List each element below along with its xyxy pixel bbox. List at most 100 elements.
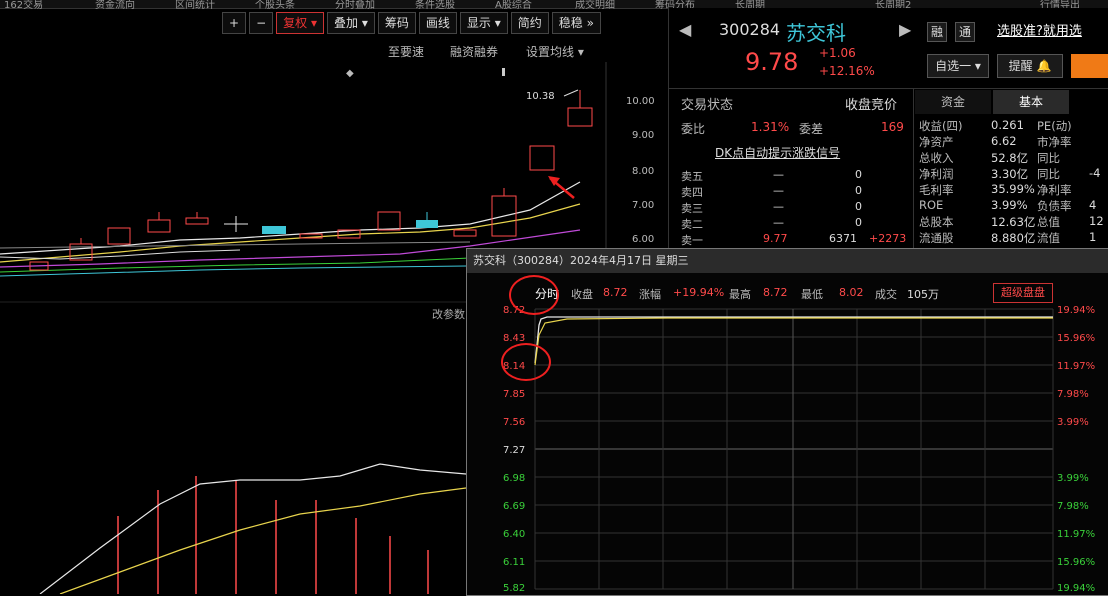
fund-label: PE(动) — [1037, 119, 1072, 133]
fund-label: 市净率 — [1037, 135, 1072, 149]
overlay-button[interactable]: 叠加 ▾ — [327, 12, 375, 34]
axis-tick: 7.85 — [503, 389, 525, 400]
fund-label: ROE — [919, 198, 944, 212]
fund-label: 总股本 — [919, 215, 954, 229]
low-label: 最低 — [801, 288, 823, 301]
ask-price: — — [773, 200, 784, 213]
fund-label: 同比 — [1037, 151, 1060, 165]
menu-item[interactable]: 区间统计 — [175, 0, 215, 11]
alert-button[interactable]: 提醒 🔔 — [997, 54, 1063, 78]
axis-tick: 19.94% — [1057, 305, 1095, 316]
axis-tick: 6.11 — [503, 557, 525, 568]
high-price-label: 10.38 — [526, 91, 555, 102]
axis-tick: 11.97% — [1057, 529, 1095, 540]
price-tick: 8.00 — [632, 166, 654, 177]
ask-level-label: 卖二 — [681, 218, 703, 231]
link-hk-connect[interactable]: 至要速 — [388, 43, 424, 60]
promo-link[interactable]: 选股准?就用选 — [997, 20, 1082, 39]
menu-item[interactable]: 162交易 — [4, 0, 43, 11]
simple-button[interactable]: 简约 — [510, 12, 549, 34]
menu-item[interactable]: 个股头条 — [255, 0, 295, 11]
popup-title-bar[interactable]: 苏交科（300284）2024年4月17日 星期三 — [467, 249, 1108, 273]
fund-value: 6.62 — [991, 134, 1017, 148]
intraday-chart[interactable]: 8.72 8.43 8.14 7.85 7.56 7.27 6.98 6.69 … — [467, 305, 1108, 595]
fund-label: 同比 — [1037, 167, 1060, 181]
price-tick: 7.00 — [632, 200, 654, 211]
menu-item[interactable]: A股综合 — [495, 0, 532, 11]
chips-button[interactable]: 筹码 — [377, 12, 416, 34]
ask-level-label: 卖三 — [681, 202, 703, 215]
ask-price: — — [773, 168, 784, 181]
display-button[interactable]: 显示 ▾ — [459, 12, 508, 34]
next-stock-icon[interactable]: ▶ — [899, 20, 911, 39]
price-change-pct: +12.16% — [819, 64, 875, 78]
ask-price: 9.77 — [763, 232, 788, 245]
bell-icon: 🔔 — [1036, 59, 1052, 73]
ask-level-label: 卖一 — [681, 234, 703, 247]
dk-signal-link[interactable]: DK点自动提示涨跌信号 — [715, 144, 840, 161]
margin-tag[interactable]: 融 — [927, 22, 947, 42]
ask-volume: 0 — [855, 200, 862, 213]
axis-tick: 7.27 — [503, 445, 525, 456]
volume-value: 105万 — [907, 288, 939, 301]
adjust-button[interactable]: 复权 ▾ — [276, 12, 324, 34]
fund-value: 35.99% — [991, 182, 1035, 196]
ask-price: — — [773, 184, 784, 197]
low-value: 8.02 — [839, 286, 864, 299]
fund-value: 3.30亿 — [991, 167, 1029, 181]
super-board-button[interactable]: 超级盘盘 — [993, 283, 1053, 303]
tab-funds[interactable]: 资金 — [915, 90, 991, 114]
fund-label: 总值 — [1037, 215, 1060, 229]
alert-label: 提醒 — [1008, 59, 1033, 73]
chevron-down-icon: ▾ — [361, 16, 368, 30]
menu-item[interactable]: 分时叠加 — [335, 0, 375, 11]
chart-toolbar: + − 复权 ▾ 叠加 ▾ 筹码 画线 显示 ▾ 简约 稳稳 » — [222, 12, 601, 34]
wei-bi-value: 1.31% — [751, 120, 790, 134]
close-value: 8.72 — [603, 286, 628, 299]
link-ma-settings[interactable]: 设置均线 ▾ — [526, 43, 584, 60]
fund-label: 流值 — [1037, 231, 1060, 245]
menu-item[interactable]: 成交明细 — [575, 0, 615, 11]
axis-tick: 6.98 — [503, 473, 525, 484]
axis-tick: 6.40 — [503, 529, 525, 540]
ask-volume: 0 — [855, 184, 862, 197]
avg-price-line — [534, 317, 1053, 366]
ask-volume: 6371 — [829, 232, 857, 245]
fund-label: 收益(四) — [919, 119, 963, 133]
trade-status-label: 交易状态 — [681, 98, 734, 113]
adjust-label: 复权 — [283, 16, 308, 30]
chevron-down-icon: ▾ — [974, 59, 981, 73]
ask-level-label: 卖五 — [681, 170, 703, 183]
intraday-popup: 苏交科（300284）2024年4月17日 星期三 分时 收盘 8.72 涨幅 … — [466, 248, 1108, 596]
tab-basic[interactable]: 基本 — [993, 90, 1069, 114]
volume-label: 成交 — [875, 288, 897, 301]
indicator-params-label[interactable]: 改参数 — [432, 307, 465, 321]
axis-tick: 3.99% — [1057, 417, 1089, 428]
chg-value: +19.94% — [673, 286, 725, 299]
trade-button[interactable] — [1071, 54, 1108, 78]
axis-tick: 19.94% — [1057, 583, 1095, 594]
zoom-out-button[interactable]: − — [249, 12, 274, 34]
draw-button[interactable]: 画线 — [418, 12, 457, 34]
wei-cha-label: 委差 — [799, 122, 824, 136]
ask-price: — — [773, 216, 784, 229]
axis-tick: 11.97% — [1057, 361, 1095, 372]
fund-value: 0.261 — [991, 118, 1024, 132]
volume-indicator — [39, 463, 467, 594]
fund-label: 总收入 — [919, 151, 954, 165]
price-tick: 10.00 — [626, 96, 655, 107]
fund-label: 净利率 — [1037, 183, 1072, 197]
prev-stock-icon[interactable]: ◀ — [679, 20, 691, 39]
menu-item[interactable]: 条件选股 — [415, 0, 455, 11]
connect-tag[interactable]: 通 — [955, 22, 975, 42]
fund-value: 4 — [1089, 198, 1097, 212]
chart-grid — [534, 308, 1054, 590]
zoom-in-button[interactable]: + — [222, 12, 247, 34]
more-button[interactable]: 稳稳 » — [551, 12, 601, 34]
fund-label: 净利润 — [919, 167, 954, 181]
watchlist-button[interactable]: 自选一 ▾ — [927, 54, 989, 78]
link-margin[interactable]: 融资融券 — [450, 43, 498, 60]
chevron-down-icon: ▾ — [494, 16, 501, 30]
stock-code: 300284 — [719, 20, 781, 39]
menu-item[interactable]: 资金流向 — [95, 0, 135, 11]
